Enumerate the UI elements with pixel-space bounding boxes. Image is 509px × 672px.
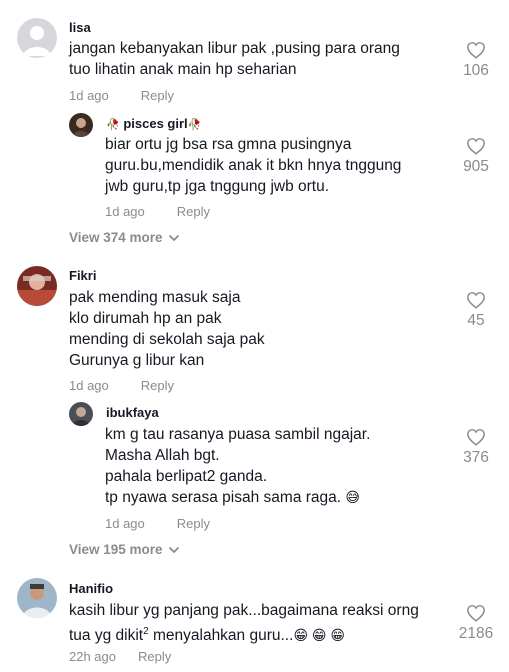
comment-line: klo dirumah hp an pak [69, 310, 222, 327]
reply-username[interactable]: ibukfaya [106, 405, 159, 420]
comment-time: 1d ago [105, 204, 145, 219]
comment-line: tp nyawa serasa pisah sama raga. [105, 489, 342, 506]
comment-text: jangan kebanyakan libur pak ,pusing para… [69, 38, 400, 80]
like-button[interactable]: 45 [454, 291, 498, 330]
comment-text: pak mending masuk saja klo dirumah hp an… [69, 287, 265, 371]
comment-line: mending di sekolah saja pak [69, 331, 265, 348]
comment-line: tua yg dikit [69, 627, 144, 645]
comment-username[interactable]: Fikri [69, 268, 96, 283]
avatar[interactable] [17, 18, 57, 58]
like-button[interactable]: 376 [454, 428, 498, 467]
comment-username[interactable]: Hanifio [69, 581, 113, 596]
comment-line: jwb guru,tp jga tnggung jwb ortu. [105, 178, 330, 195]
username-text: pisces girl [123, 116, 188, 131]
reply-text: km g tau rasanya puasa sambil ngajar. Ma… [105, 424, 370, 508]
rose-icon: 🥀 [187, 119, 202, 131]
comment-line: pahala berlipat2 ganda. [105, 468, 268, 485]
comment-line: tuo lihatin anak main hp seharian [69, 61, 297, 78]
comment-line: km g tau rasanya puasa sambil ngajar. [105, 426, 371, 443]
view-more-label: View 195 more [69, 542, 163, 557]
like-button[interactable]: 905 [454, 137, 498, 176]
comment-text: kasih libur yg panjang pak...bagaimana r… [69, 600, 419, 646]
reply-button[interactable]: Reply [141, 378, 174, 393]
heart-icon [467, 605, 485, 622]
comment-line: pak mending masuk saja [69, 289, 241, 306]
chevron-down-icon [169, 234, 180, 242]
comment-time: 1d ago [69, 88, 109, 103]
reply-text: biar ortu jg bsa rsa gmna pusingnya guru… [105, 134, 401, 197]
like-button[interactable]: 2186 [454, 604, 498, 643]
view-more-replies[interactable]: View 195 more [69, 542, 180, 557]
rose-icon: 🥀 [106, 119, 120, 131]
reply-button[interactable]: Reply [177, 516, 210, 531]
reply-meta: 1d ago Reply [105, 516, 210, 531]
heart-icon [467, 42, 485, 59]
reply-button[interactable]: Reply [177, 204, 210, 219]
avatar[interactable] [17, 266, 57, 306]
comment-line: kasih libur yg panjang pak...bagaimana r… [69, 602, 419, 619]
comment-meta: 22h ago Reply [69, 649, 171, 664]
comment-username[interactable]: lisa [69, 20, 91, 35]
heart-icon [467, 292, 485, 309]
comment-time: 1d ago [105, 516, 145, 531]
comment-meta: 1d ago Reply [69, 88, 174, 103]
like-count: 106 [463, 62, 489, 79]
comment-line: Masha Allah bgt. [105, 447, 220, 464]
avatar[interactable] [17, 578, 57, 618]
heart-icon [467, 138, 485, 155]
comment-line: menyalahkan guru... [148, 627, 294, 645]
comment-meta: 1d ago Reply [69, 378, 174, 393]
view-more-label: View 374 more [69, 230, 163, 245]
view-more-replies[interactable]: View 374 more [69, 230, 180, 245]
avatar[interactable] [69, 113, 93, 137]
comment-line: biar ortu jg bsa rsa gmna pusingnya [105, 136, 352, 153]
like-button[interactable]: 106 [454, 41, 498, 80]
comment-line: Gurunya g libur kan [69, 352, 205, 369]
heart-icon [467, 429, 485, 446]
like-count: 376 [463, 449, 489, 466]
reply-button[interactable]: Reply [141, 88, 174, 103]
reply-meta: 1d ago Reply [105, 204, 210, 219]
like-count: 905 [463, 158, 489, 175]
comment-line: guru.bu,mendidik anak it bkn hnya tnggun… [105, 157, 402, 174]
avatar[interactable] [69, 402, 93, 426]
reply-username[interactable]: 🥀 pisces girl🥀 [106, 116, 201, 131]
sweat-smile-emoji: 😅 [345, 489, 360, 505]
like-count: 45 [467, 312, 485, 329]
grin-emoji: 😁 😁 😁 [293, 627, 346, 644]
chevron-down-icon [169, 546, 180, 554]
like-count: 2186 [458, 625, 494, 642]
reply-button[interactable]: Reply [138, 649, 171, 664]
comment-line: jangan kebanyakan libur pak ,pusing para… [69, 40, 400, 57]
comment-time: 22h ago [69, 649, 116, 664]
comment-time: 1d ago [69, 378, 109, 393]
